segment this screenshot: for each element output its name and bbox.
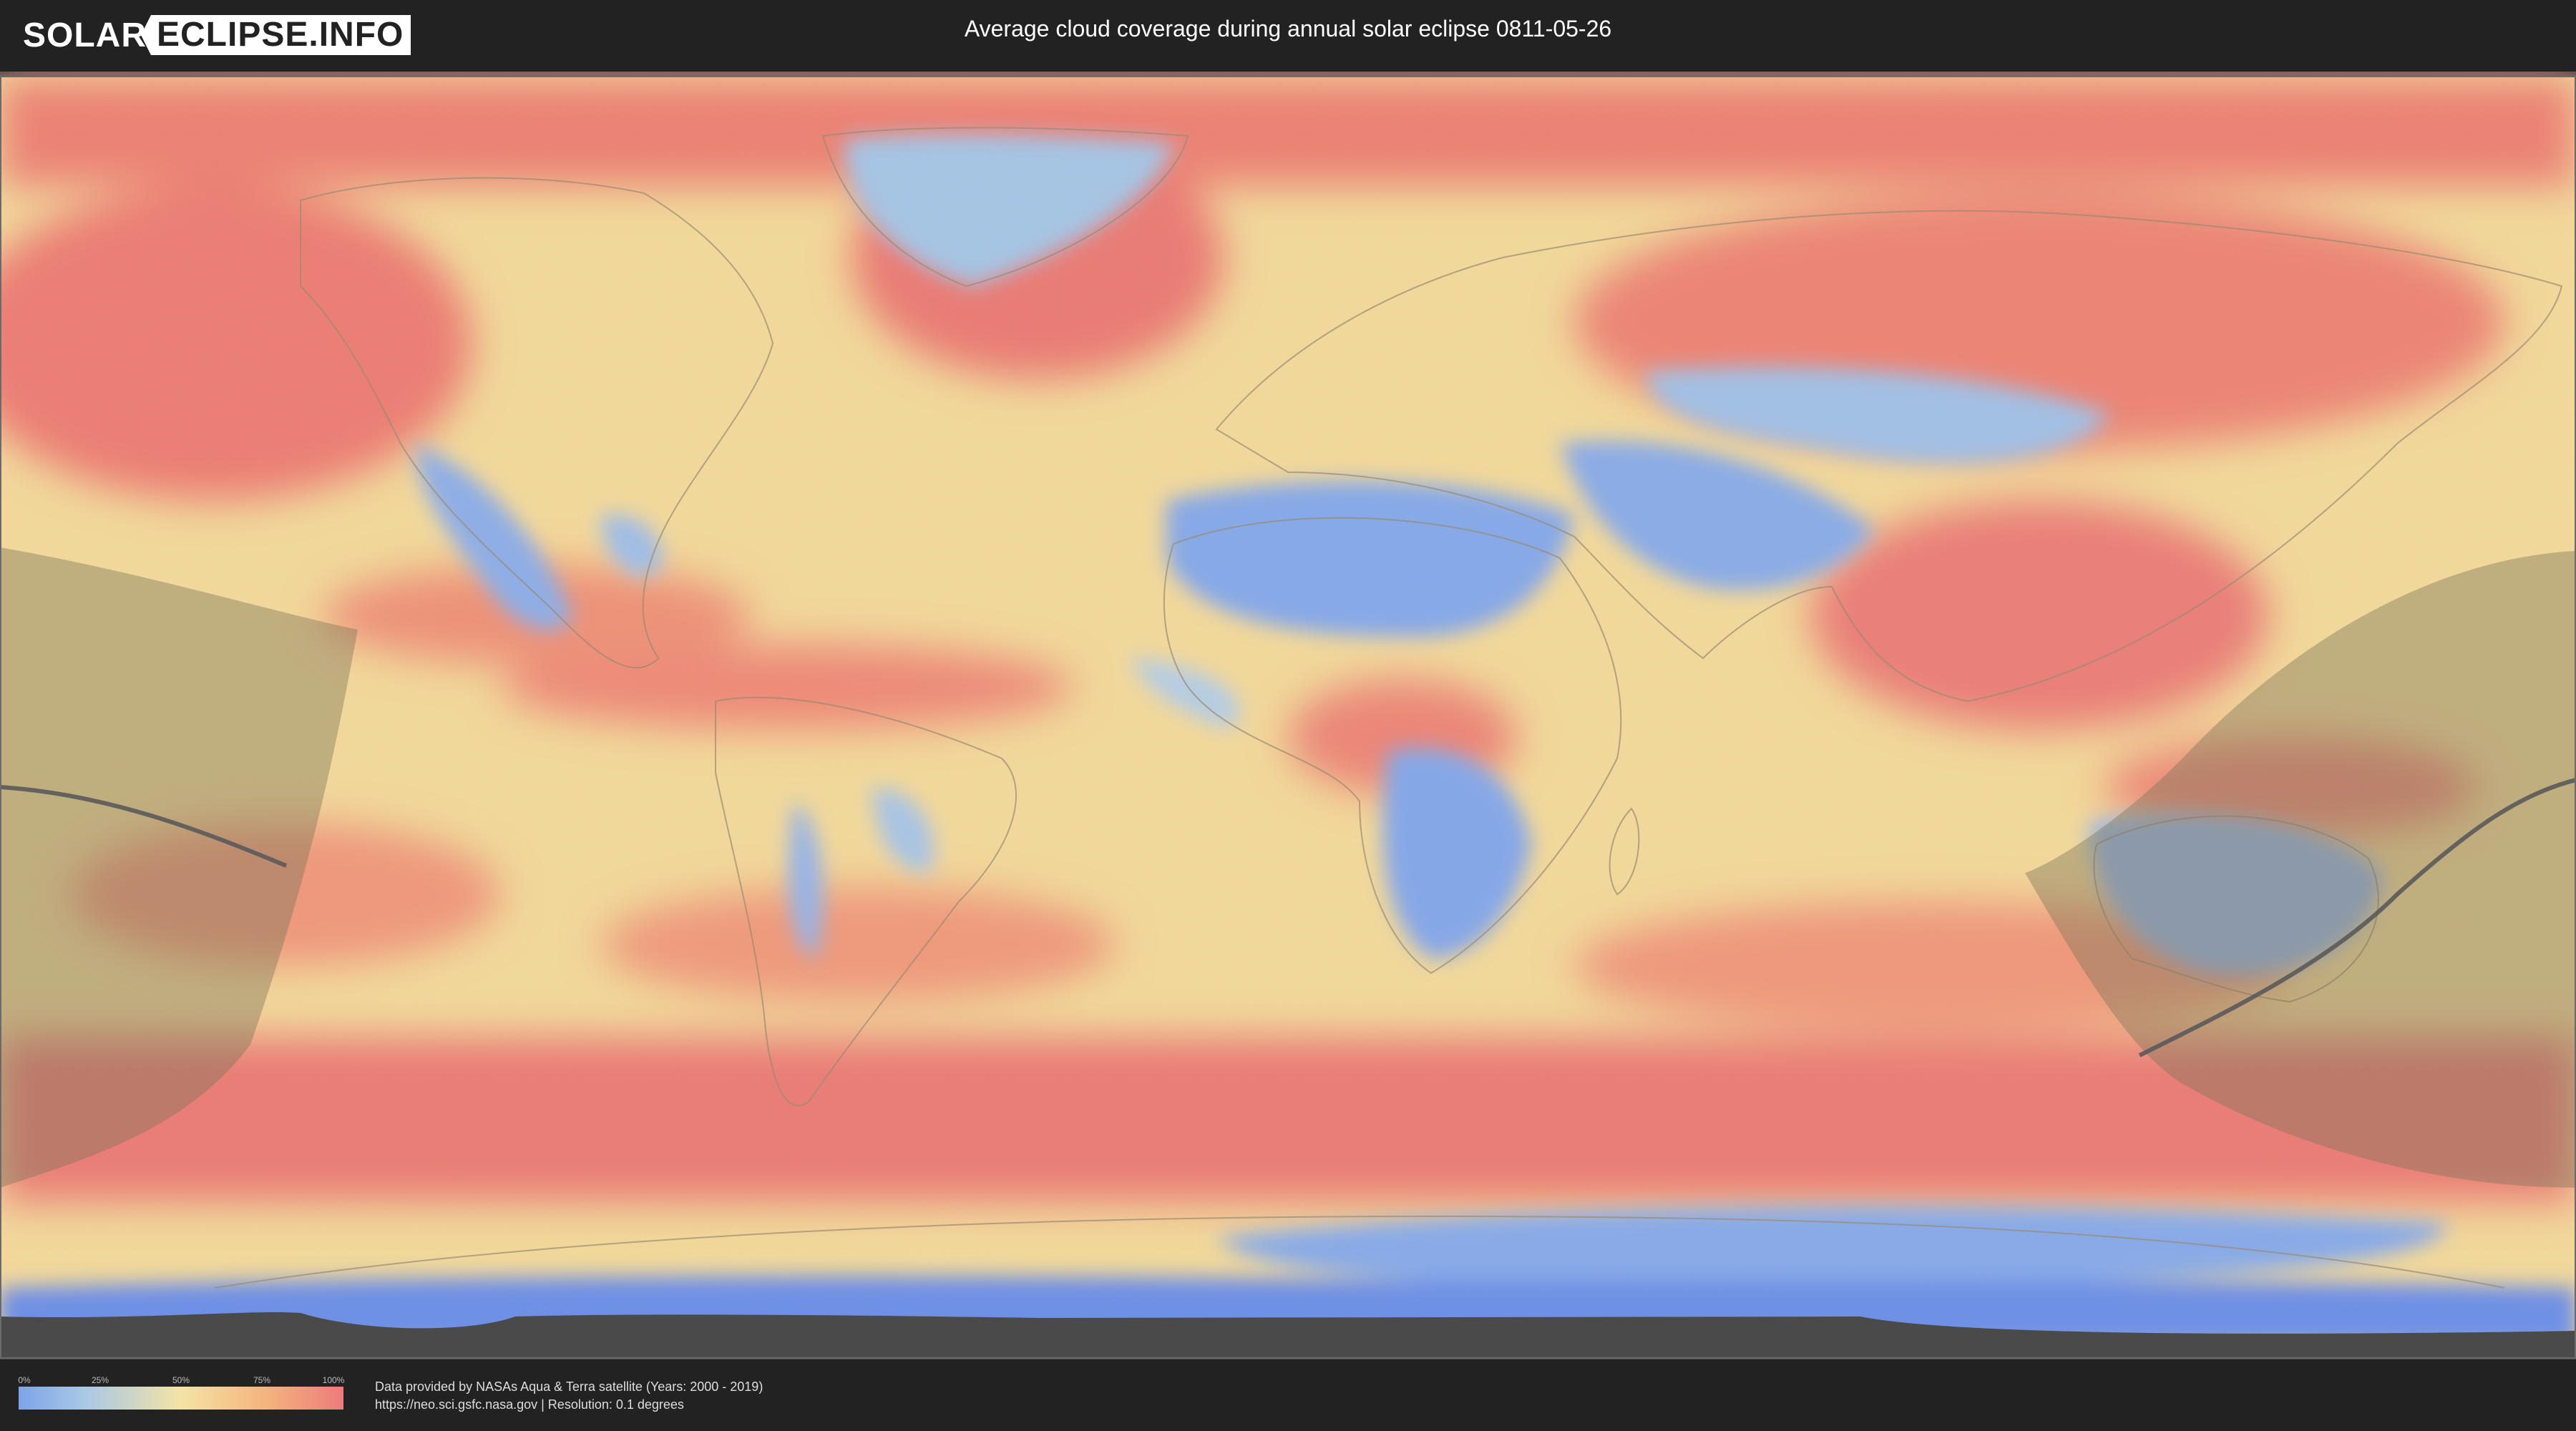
- legend-tick-75: 75%: [253, 1375, 271, 1385]
- legend-tick-100: 100%: [322, 1375, 345, 1385]
- credits-line-2: https://neo.sci.gsfc.nasa.gov | Resoluti…: [375, 1397, 684, 1412]
- legend-ticks: 0% 25% 50% 75% 100%: [18, 1375, 345, 1387]
- cloud-coverage-legend: 0% 25% 50% 75% 100%: [18, 1375, 345, 1410]
- credits-line-1: Data provided by NASAs Aqua & Terra sate…: [375, 1379, 763, 1394]
- cloud-coverage-map[interactable]: [0, 72, 2576, 1359]
- data-credits: Data provided by NASAs Aqua & Terra sate…: [375, 1378, 763, 1414]
- footer-bar: 0% 25% 50% 75% 100% Data provided by NAS…: [0, 1359, 2576, 1431]
- cloud-texture: [1, 77, 2575, 1358]
- legend-color-scale: [19, 1387, 343, 1410]
- world-map-svg: [0, 72, 2576, 1359]
- page-title: Average cloud coverage during annual sol…: [964, 16, 1612, 41]
- legend-tick-0: 0%: [18, 1375, 31, 1385]
- legend-tick-25: 25%: [91, 1375, 109, 1385]
- legend-tick-50: 50%: [172, 1375, 190, 1385]
- header-bar: SOLAR ECLIPSE.INFO Average cloud coverag…: [0, 0, 2576, 72]
